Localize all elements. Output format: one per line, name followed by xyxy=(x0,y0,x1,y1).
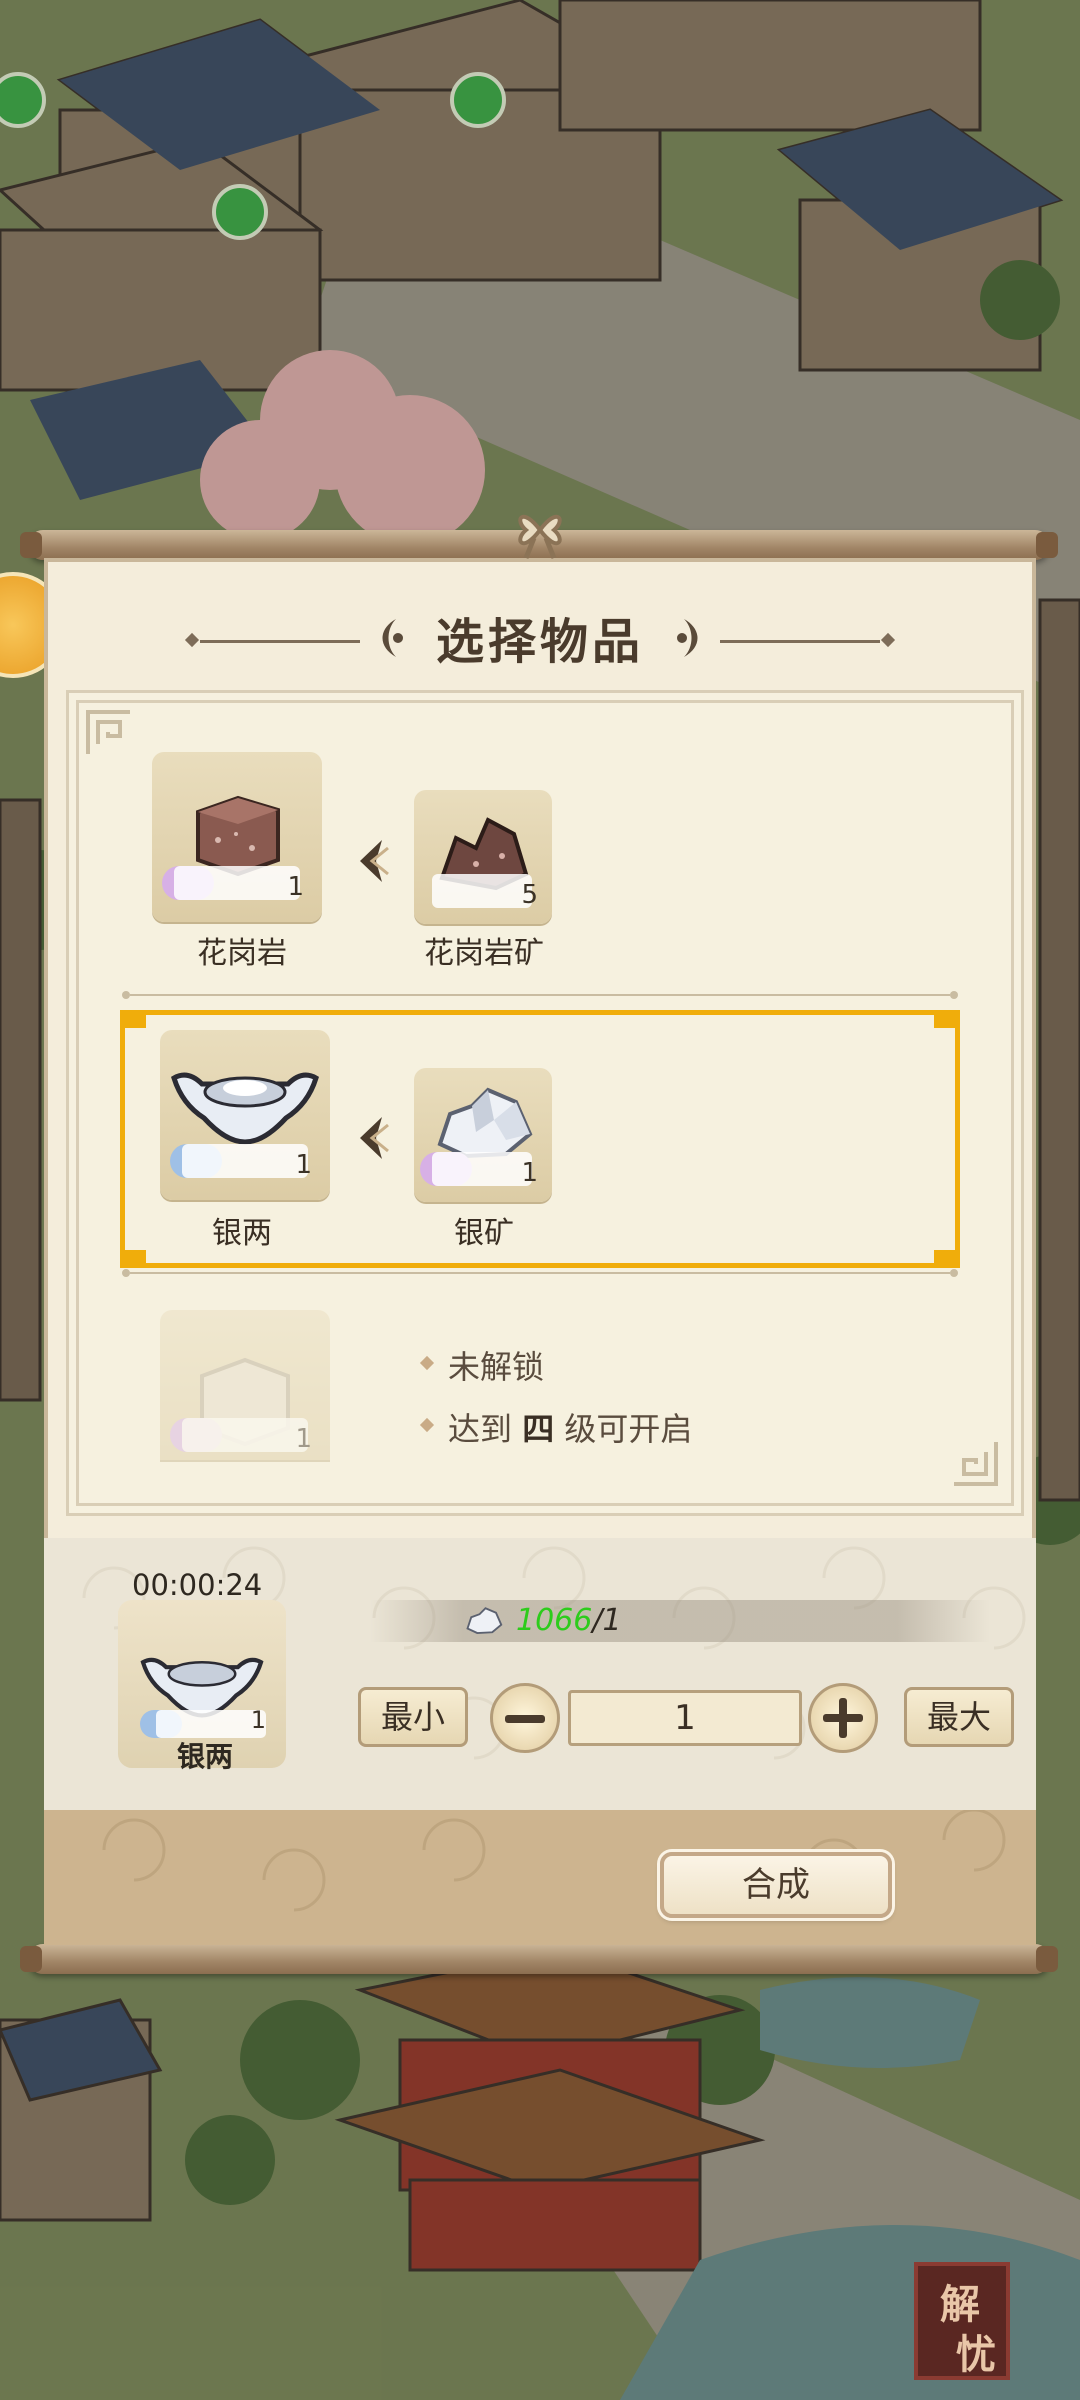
recipe-input-card[interactable]: 1 xyxy=(414,1068,552,1202)
qty-bar xyxy=(182,1418,308,1452)
ribbon-knot-icon xyxy=(518,514,562,559)
corner-pattern-icon xyxy=(954,1442,998,1486)
frame-corner xyxy=(934,1010,960,1028)
cost-separator: / xyxy=(592,1603,603,1638)
product-name: 银两 xyxy=(176,1740,233,1773)
chevron-left-icon xyxy=(360,840,389,882)
unlock-prefix: 达到 xyxy=(448,1410,523,1448)
plus-icon xyxy=(823,1698,863,1738)
item-name: 银两 xyxy=(212,1216,272,1251)
recipe-output-card[interactable]: 1 xyxy=(152,752,322,922)
item-name: 银矿 xyxy=(454,1216,514,1251)
locked-hint: 未解锁 xyxy=(448,1348,545,1386)
cost-required: 1 xyxy=(602,1603,622,1638)
qty-bar xyxy=(432,1152,532,1186)
unlock-requirement: 达到 四 级可开启 xyxy=(448,1404,692,1450)
seal-button[interactable]: 解 忧 xyxy=(914,2262,1010,2380)
seal-char: 忧 xyxy=(956,2332,996,2378)
craft-timer: 00:00:24 xyxy=(132,1568,263,1602)
item-name: 花岗岩 xyxy=(197,936,287,971)
dialog-title: 选择物品 xyxy=(435,614,644,670)
min-button[interactable]: 最小 xyxy=(358,1687,468,1747)
unlock-level: 四 xyxy=(522,1410,555,1448)
qty-bar xyxy=(182,1144,308,1178)
unlock-suffix: 级可开启 xyxy=(554,1410,693,1448)
qty-bar xyxy=(156,1710,266,1738)
item-qty: 1 xyxy=(295,1424,312,1454)
frame-corner xyxy=(120,1010,146,1028)
recipe-input-card[interactable]: 5 xyxy=(414,790,552,924)
item-qty: 5 xyxy=(521,880,538,910)
silver-ingot-icon xyxy=(171,1072,319,1145)
silver-ore-icon xyxy=(466,1607,503,1634)
item-qty: 1 xyxy=(521,1158,538,1188)
minus-icon xyxy=(505,1715,545,1723)
row-divider xyxy=(122,991,958,999)
cost-owned: 1066 xyxy=(516,1603,593,1638)
item-name: 花岗岩矿 xyxy=(424,936,544,971)
locked-recipe-card: 1 xyxy=(160,1310,330,1460)
frame-corner xyxy=(934,1250,960,1268)
row-divider xyxy=(122,1269,958,1277)
chevron-left-icon xyxy=(360,1117,389,1159)
corner-pattern-icon xyxy=(86,710,130,754)
qty-bar xyxy=(174,866,300,900)
item-qty: 1 xyxy=(295,1150,312,1180)
material-cost: 1066/1 xyxy=(516,1603,622,1638)
decrease-button[interactable] xyxy=(490,1683,560,1753)
frame-corner xyxy=(120,1250,146,1268)
product-qty: 1 xyxy=(250,1706,266,1734)
max-button[interactable]: 最大 xyxy=(904,1687,1014,1747)
item-qty: 1 xyxy=(287,872,304,902)
qty-bar xyxy=(432,874,532,908)
combine-button[interactable]: 合成 xyxy=(660,1852,892,1918)
recipe-output-card[interactable]: 1 xyxy=(160,1030,330,1200)
quantity-input[interactable]: 1 xyxy=(568,1690,802,1746)
scroll-rod-bottom xyxy=(20,1944,1058,1974)
increase-button[interactable] xyxy=(808,1683,878,1753)
